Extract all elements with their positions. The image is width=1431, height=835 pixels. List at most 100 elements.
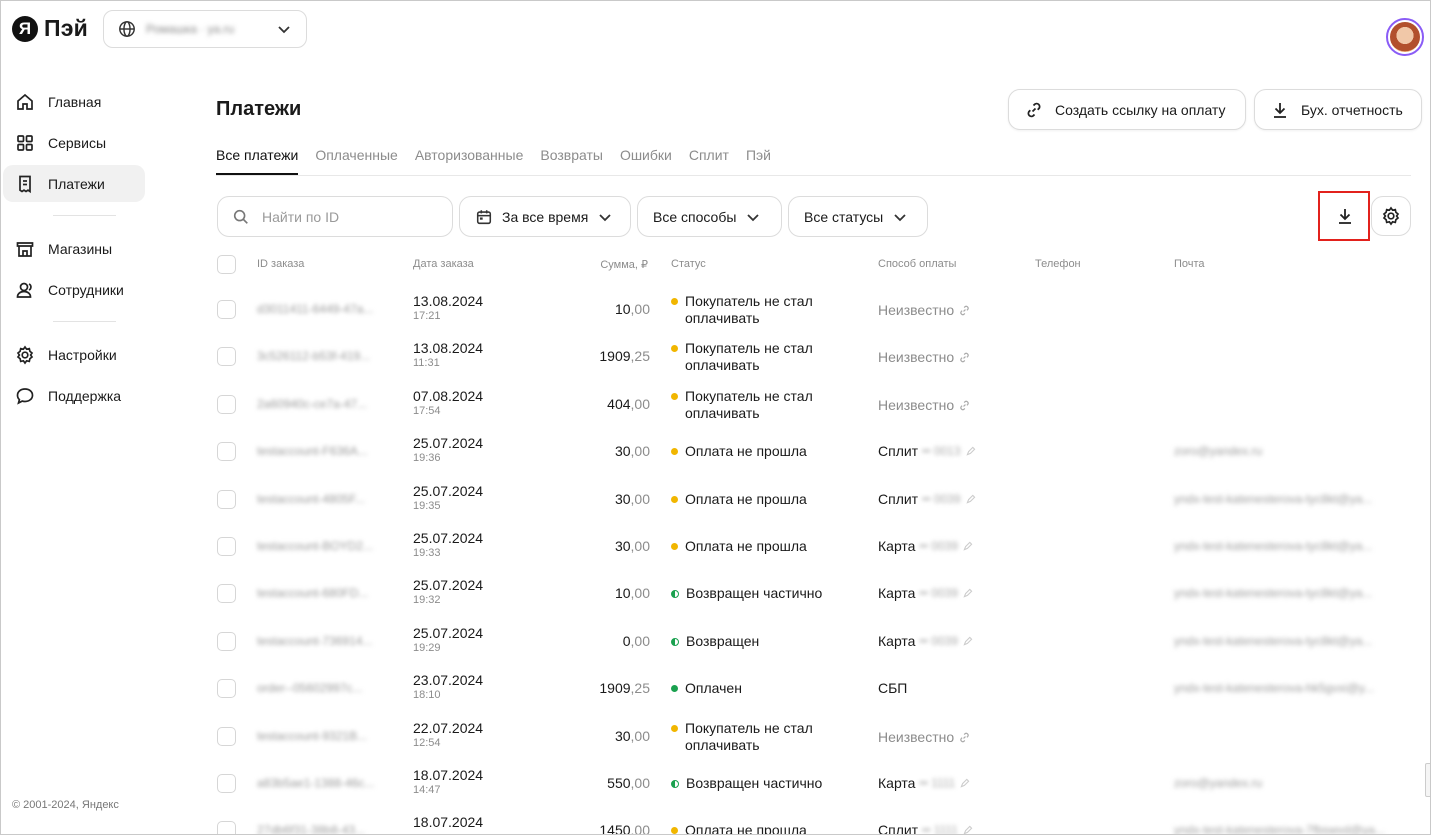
- scrollbar-handle[interactable]: [1425, 763, 1430, 797]
- search-input[interactable]: Найти по ID: [217, 196, 453, 237]
- order-id[interactable]: order--05602997c...: [257, 681, 362, 695]
- order-id[interactable]: 27db6f31-38b8-43...: [257, 823, 365, 834]
- order-date: 18.07.2024: [413, 814, 483, 831]
- order-date: 13.08.2024 11:31: [413, 340, 483, 369]
- order-id[interactable]: testaccount-BOYD2...: [257, 539, 373, 553]
- select-all-checkbox[interactable]: [217, 255, 236, 274]
- order-id[interactable]: a83b5ae1-1388-46c...: [257, 776, 374, 790]
- table-row[interactable]: testaccount-BOYD2... 25.07.2024 19:33 30,00…: [1, 523, 1430, 570]
- row-checkbox[interactable]: [217, 395, 236, 414]
- sidebar-item-services[interactable]: Сервисы: [3, 124, 145, 161]
- sidebar-item-home[interactable]: Главная: [3, 83, 145, 120]
- tab-refunds[interactable]: Возвраты: [540, 147, 603, 175]
- status-badge: Оплата не прошла: [671, 491, 871, 508]
- row-checkbox[interactable]: [217, 584, 236, 603]
- order-date-value: 25.07.2024: [413, 530, 484, 546]
- payment-method: Карта •• 0039: [878, 538, 974, 554]
- order-date-value: 23.07.2024: [413, 672, 484, 688]
- table-row[interactable]: testaccount-F636A... 25.07.2024 19:36 30,00…: [1, 428, 1430, 475]
- sidebar-item-label: Сервисы: [48, 134, 107, 151]
- status-badge: Возвращен: [671, 633, 871, 650]
- table-row[interactable]: order--05602997c... 23.07.2024 18:10 1909,2…: [1, 665, 1430, 712]
- column-header-email[interactable]: Почта: [1174, 258, 1205, 270]
- order-id[interactable]: testaccount-F636A...: [257, 444, 368, 458]
- methods-filter[interactable]: Все способы: [637, 196, 782, 237]
- sum-fraction: ,00: [630, 633, 650, 649]
- column-header-date[interactable]: Дата заказа: [413, 258, 474, 270]
- sum-fraction: ,25: [630, 680, 650, 696]
- table-row[interactable]: a83b5ae1-1388-46c... 18.07.2024 14:47 550,0…: [1, 760, 1430, 807]
- order-id[interactable]: 3c526112-b53f-419...: [257, 349, 370, 363]
- tab-split[interactable]: Сплит: [689, 147, 729, 175]
- customer-email: yndx-test-katenesterova-hk5gvxi@y...: [1174, 681, 1375, 695]
- row-checkbox[interactable]: [217, 300, 236, 319]
- tab-errors[interactable]: Ошибки: [620, 147, 672, 175]
- edit-icon: [963, 636, 973, 646]
- row-checkbox[interactable]: [217, 821, 236, 834]
- period-filter[interactable]: За все время: [459, 196, 631, 237]
- sum-fraction: ,00: [630, 728, 650, 744]
- order-id[interactable]: testaccount-4805F...: [257, 492, 365, 506]
- sidebar-item-label: Платежи: [48, 175, 105, 192]
- row-checkbox[interactable]: [217, 774, 236, 793]
- user-avatar[interactable]: [1386, 18, 1424, 56]
- row-checkbox[interactable]: [217, 537, 236, 556]
- row-checkbox[interactable]: [217, 490, 236, 509]
- payment-method-label: Карта: [878, 538, 916, 554]
- link-icon: [960, 400, 969, 410]
- order-id[interactable]: 2a60940c-ce7a-47...: [257, 397, 367, 411]
- row-checkbox[interactable]: [217, 442, 236, 461]
- order-id[interactable]: testaccount-680FD...: [257, 586, 368, 600]
- table-row[interactable]: 2a60940c-ce7a-47... 07.08.2024 17:54 404,00…: [1, 381, 1430, 428]
- order-id[interactable]: d3011411-6449-47a...: [257, 302, 373, 316]
- logo-text: Пэй: [44, 15, 88, 41]
- sum-integer: 30: [614, 491, 631, 507]
- table-row[interactable]: testaccount-4805F... 25.07.2024 19:35 30,00…: [1, 476, 1430, 523]
- table-row[interactable]: 3c526112-b53f-419... 13.08.2024 11:31 1909,…: [1, 333, 1430, 380]
- status-badge: Оплата не прошла: [671, 538, 871, 555]
- sum-integer: 1909: [599, 348, 631, 364]
- statuses-filter[interactable]: Все статусы: [788, 196, 928, 237]
- order-id[interactable]: testaccount-736914...: [257, 634, 372, 648]
- table-row[interactable]: testaccount-736914... 25.07.2024 19:29 0,00…: [1, 618, 1430, 665]
- sidebar-item-payments[interactable]: Платежи: [3, 165, 145, 202]
- column-header-method[interactable]: Способ оплаты: [878, 258, 956, 270]
- tab-all-payments[interactable]: Все платежи: [216, 147, 299, 175]
- status-dot: [671, 725, 678, 732]
- order-id[interactable]: testaccount-9321B...: [257, 729, 367, 743]
- tab-paid[interactable]: Оплаченные: [315, 147, 398, 175]
- sum-integer: 1909: [599, 680, 631, 696]
- tab-pay[interactable]: Пэй: [746, 147, 771, 175]
- edit-icon: [965, 494, 975, 504]
- sidebar-item-stores[interactable]: Магазины: [3, 230, 145, 267]
- sum-integer: 1450: [599, 822, 631, 835]
- status-label: Возвращен частично: [686, 585, 823, 601]
- table-row[interactable]: 27db6f31-38b8-43... 18.07.2024 1450,00 Опла…: [1, 807, 1430, 835]
- order-date: 07.08.2024 17:54: [413, 388, 483, 417]
- order-date: 18.07.2024 14:47: [413, 767, 483, 796]
- accounting-report-button[interactable]: Бух. отчетность: [1254, 89, 1422, 130]
- create-payment-link-button[interactable]: Создать ссылку на оплату: [1008, 89, 1246, 130]
- status-label: Возвращен: [686, 633, 760, 649]
- table-row[interactable]: testaccount-9321B... 22.07.2024 12:54 30,00…: [1, 713, 1430, 760]
- table-row[interactable]: d3011411-6449-47a... 13.08.2024 17:21 10,00…: [1, 286, 1430, 333]
- table-row[interactable]: testaccount-680FD... 25.07.2024 19:32 10,00…: [1, 570, 1430, 617]
- column-header-id[interactable]: ID заказа: [257, 258, 304, 270]
- chevron-down-icon: [894, 213, 906, 221]
- organization-switcher[interactable]: Ромашка · ya.ru: [103, 10, 307, 48]
- download-icon: [1274, 102, 1286, 118]
- row-checkbox[interactable]: [217, 632, 236, 651]
- column-header-sum[interactable]: Сумма, ₽: [600, 258, 648, 271]
- column-header-phone[interactable]: Телефон: [1035, 258, 1081, 270]
- payment-method: Неизвестно: [878, 349, 971, 365]
- row-checkbox[interactable]: [217, 347, 236, 366]
- order-date: 25.07.2024 19:29: [413, 625, 483, 654]
- yandex-pay-logo[interactable]: Я Пэй: [12, 15, 88, 42]
- row-checkbox[interactable]: [217, 679, 236, 698]
- order-time: 11:31: [413, 357, 440, 369]
- row-checkbox[interactable]: [217, 727, 236, 746]
- table-settings-button[interactable]: [1371, 196, 1411, 236]
- order-date: 23.07.2024 18:10: [413, 672, 483, 701]
- tab-authorized[interactable]: Авторизованные: [415, 147, 524, 175]
- column-header-status[interactable]: Статус: [671, 258, 706, 270]
